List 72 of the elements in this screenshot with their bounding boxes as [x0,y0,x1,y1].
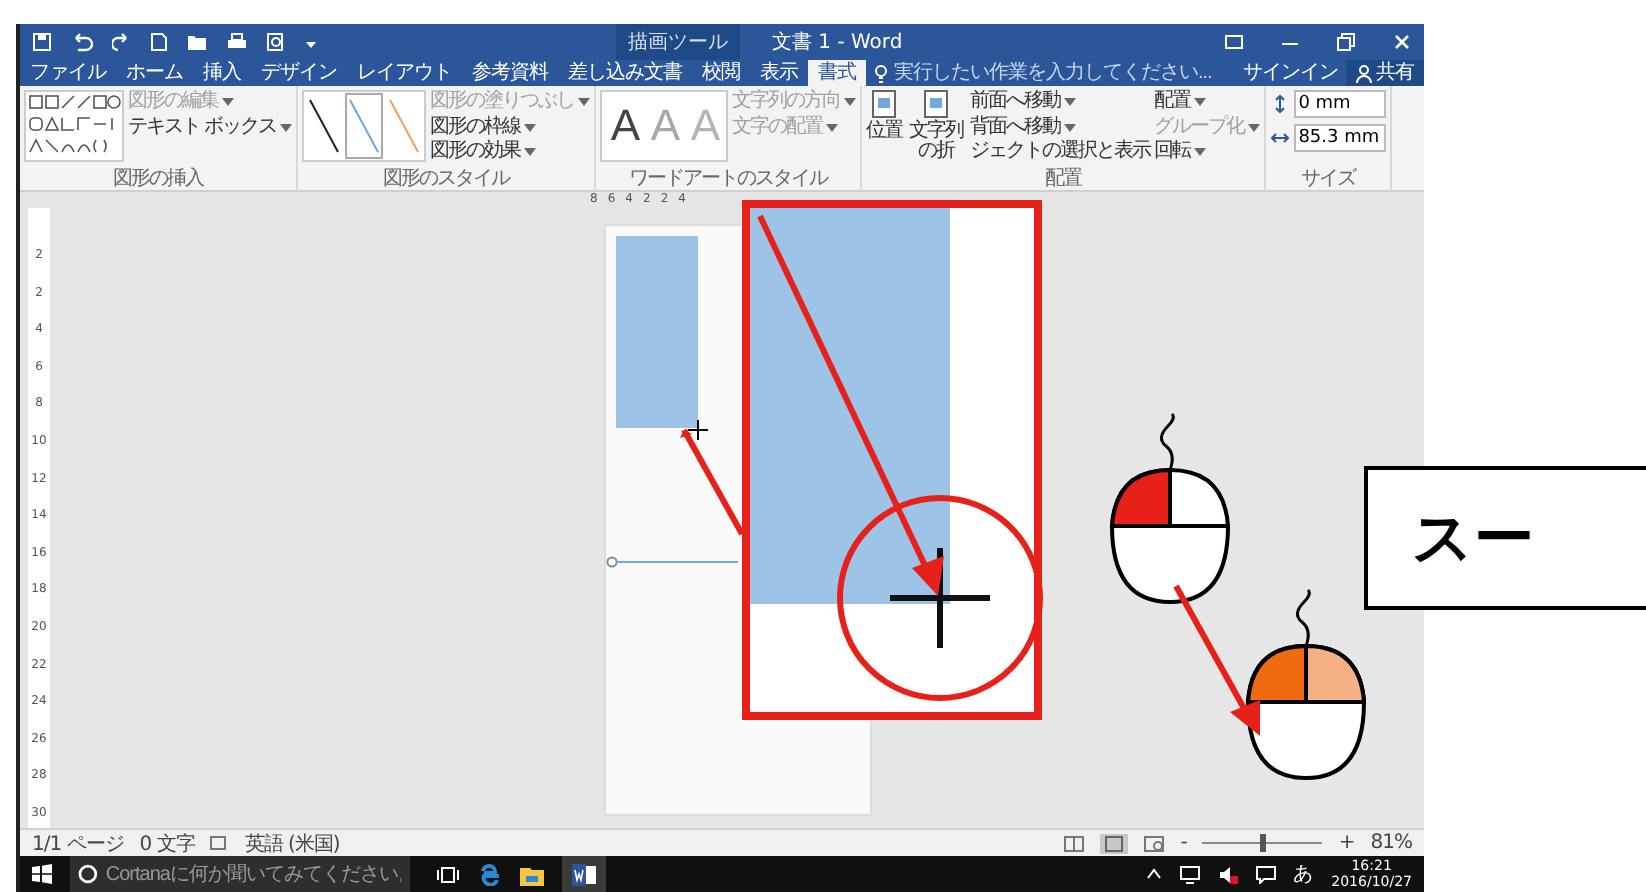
redo-icon[interactable] [112,32,132,52]
ribbon-tab[interactable]: ホーム [116,60,193,86]
ribbon-tab[interactable]: 表示 [750,60,808,86]
group-label: 配置 [1043,168,1084,190]
web-layout-icon[interactable] [1144,835,1165,851]
ribbon-tab[interactable]: 差し込み文書 [558,60,692,86]
windows-start-icon[interactable] [32,864,52,884]
crosshair-cursor-icon [688,420,708,440]
drawn-line[interactable] [606,556,738,568]
context-tool-label: 描画ツール [616,24,740,60]
zoom-percent[interactable]: 81% [1370,832,1412,854]
ribbon-button[interactable]: 背面へ移動 [970,115,1151,140]
wordart-style[interactable]: A [606,96,643,156]
folder-icon[interactable] [186,32,208,52]
group-label: サイズ [1299,168,1359,190]
ime-mode-indicator[interactable]: あ [1293,860,1314,888]
zoom-out-button[interactable]: - [1180,832,1187,854]
size-field[interactable]: 0 mm [1294,90,1387,118]
ribbon-button[interactable]: 回転 [1154,140,1261,165]
notification-icon[interactable] [1255,865,1276,883]
task-view-icon[interactable] [436,865,460,883]
ribbon-button[interactable]: テキスト ボックス [128,115,293,140]
ribbon-button[interactable]: ジェクトの選択と表示 [970,140,1151,165]
print-preview-icon[interactable] [266,32,286,52]
group-label: ワードアートのスタイル [627,168,831,190]
folder-icon[interactable] [520,863,544,885]
proofing-icon[interactable] [210,835,229,851]
restore-icon[interactable] [1336,32,1356,52]
group-label: 図形のスタイル [381,168,513,190]
ribbon-tab[interactable]: 校閲 [692,60,750,86]
wordart-gallery[interactable]: A A A [600,90,729,162]
language-label[interactable]: 英語 (米国) [244,829,340,857]
circle-icon [78,864,98,884]
browser-icon[interactable] [478,862,502,886]
page-count: 1/1 ページ [32,831,124,857]
save-icon[interactable] [32,32,52,52]
sign-in-link[interactable]: サインイン [1235,60,1346,86]
large-ribbon-button[interactable]: 文字列の折 [906,90,967,162]
read-mode-icon[interactable] [1064,835,1085,851]
word-app-icon [572,863,596,885]
window-title: 文書 1 - Word [772,29,903,56]
print-layout-icon[interactable] [1100,833,1129,853]
chevron-up-icon[interactable] [1145,868,1162,880]
ribbon-tab[interactable]: 挿入 [193,60,251,86]
zoom-in-button[interactable]: + [1338,832,1355,854]
ribbon-button[interactable]: 図形の枠線 [430,115,591,140]
large-ribbon-button[interactable]: 位置 [866,90,903,142]
ribbon-tab[interactable]: レイアウト [347,60,462,86]
ribbon-tab[interactable]: ファイル [20,60,116,86]
word-taskbar-button[interactable] [562,856,606,892]
ribbon-tab[interactable]: 書式 [808,60,866,86]
printer-icon[interactable] [226,32,248,52]
shapes-gallery[interactable] [24,90,124,162]
height-icon [1270,94,1291,114]
new-document-icon[interactable] [150,32,168,52]
group-label: 図形の挿入 [111,168,206,190]
share-button[interactable]: 共有 [1346,60,1424,86]
ribbon-button[interactable]: 図形の効果 [430,140,591,165]
word-count: 0 文字 [139,831,195,857]
size-field[interactable]: 85.3 mm [1294,124,1387,152]
close-icon[interactable] [1392,32,1412,52]
undo-icon[interactable] [70,32,94,52]
ribbon-button[interactable]: 前面へ移動 [970,90,1151,115]
zoom-slider-thumb[interactable] [1260,834,1267,852]
network-icon[interactable] [1179,865,1200,883]
ribbon-tab[interactable]: デザイン [251,60,347,86]
ribbon-button[interactable]: 配置 [1154,90,1261,115]
speech-text: スー [1412,501,1534,577]
speaker-muted-icon[interactable] [1217,865,1238,883]
ribbon-tab[interactable]: 参考資料 [462,60,558,86]
width-icon [1270,128,1291,148]
ribbon-display-icon[interactable] [1224,32,1244,52]
